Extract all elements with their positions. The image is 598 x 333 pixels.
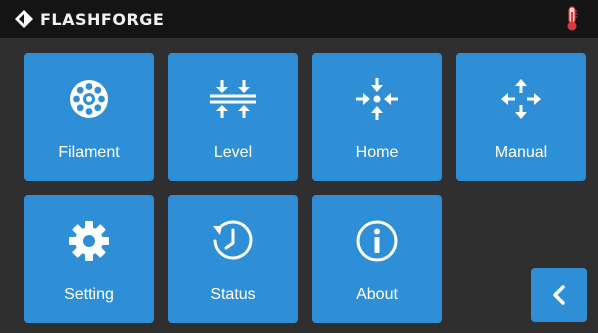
back-button[interactable] bbox=[531, 268, 587, 322]
chevron-left-icon bbox=[553, 285, 565, 305]
setting-label: Setting bbox=[64, 286, 114, 303]
level-button[interactable]: Level bbox=[168, 53, 298, 181]
about-label: About bbox=[356, 286, 398, 303]
level-arrows-icon bbox=[210, 80, 256, 118]
status-label: Status bbox=[210, 286, 256, 303]
home-arrows-icon bbox=[356, 78, 398, 120]
filament-button[interactable]: Filament bbox=[24, 53, 154, 181]
flashforge-logo-icon bbox=[15, 10, 33, 28]
brand-name: FLASHFORGE bbox=[40, 10, 165, 29]
filament-label: Filament bbox=[58, 144, 120, 161]
setting-button[interactable]: Setting bbox=[24, 195, 154, 323]
level-label: Level bbox=[213, 144, 253, 161]
filament-spool-icon bbox=[70, 80, 108, 118]
home-label: Home bbox=[355, 144, 399, 161]
manual-button[interactable]: Manual bbox=[456, 53, 586, 181]
top-bar: FLASHFORGE bbox=[0, 0, 598, 38]
printer-main-menu: FLASHFORGE Filament Level Home Manual Se… bbox=[0, 0, 598, 333]
clock-history-icon bbox=[213, 220, 253, 260]
move-arrows-icon bbox=[501, 79, 541, 119]
thermometer-icon[interactable] bbox=[565, 6, 579, 32]
manual-label: Manual bbox=[494, 144, 548, 161]
home-button[interactable]: Home bbox=[312, 53, 442, 181]
about-button[interactable]: About bbox=[312, 195, 442, 323]
gear-icon bbox=[69, 221, 109, 261]
status-button[interactable]: Status bbox=[168, 195, 298, 323]
info-icon bbox=[356, 220, 398, 262]
